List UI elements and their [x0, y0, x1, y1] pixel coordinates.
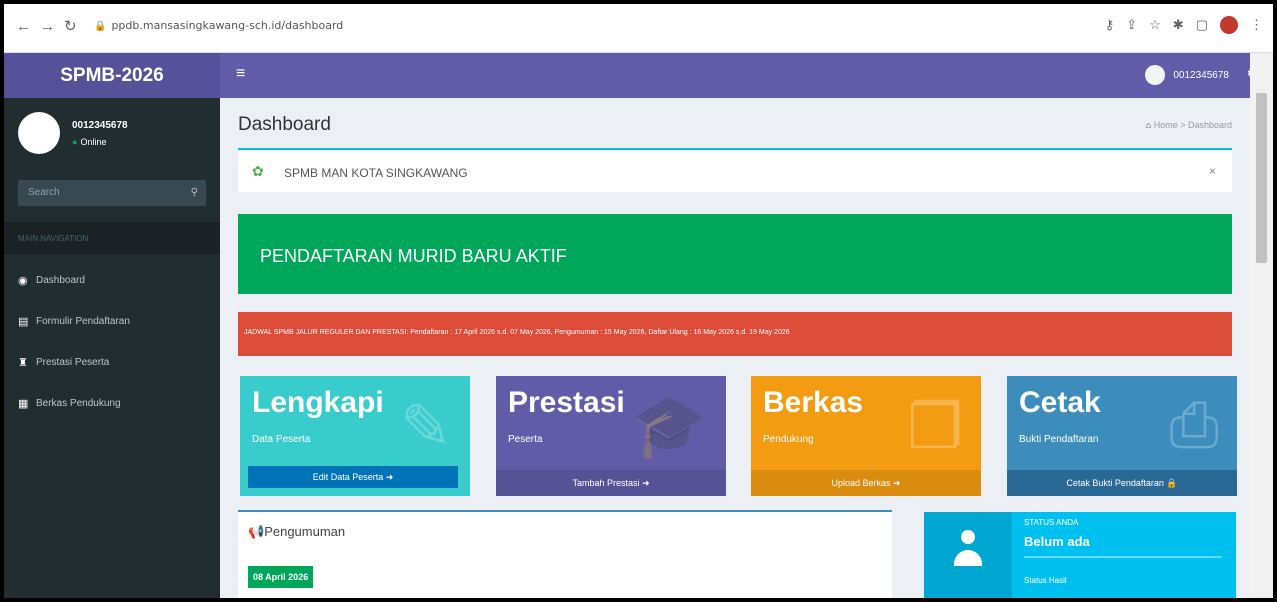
- printer-icon: ⎙: [1169, 391, 1219, 460]
- box-subtitle: Peserta: [508, 434, 543, 445]
- user-icon: [924, 512, 1012, 598]
- edit-data-button[interactable]: Edit Data Peserta ➜: [248, 466, 458, 488]
- announcement-title: Pengumuman: [264, 524, 346, 539]
- sidebar: 0012345678 ● Online Search ⚲ MAIN NAVIGAT…: [4, 98, 220, 598]
- home-icon: ⌂: [1145, 120, 1152, 130]
- sidebar-toggle-icon[interactable]: ≡: [236, 65, 245, 83]
- app-logo[interactable]: SPMB-2026: [4, 53, 220, 98]
- status-label: STATUS ANDA: [1024, 518, 1079, 527]
- user-id: 0012345678: [1173, 69, 1229, 81]
- status-dot-icon: ●: [72, 136, 78, 147]
- files-icon: ▦: [18, 398, 29, 410]
- box-subtitle: Data Peserta: [252, 434, 311, 445]
- avatar: [1145, 65, 1166, 85]
- profile-icon[interactable]: [1220, 16, 1238, 34]
- box-action-label: Upload Berkas: [831, 478, 891, 488]
- dashboard-icon: ◉: [18, 275, 28, 287]
- box-action-label: Edit Data Peserta: [312, 472, 384, 482]
- status-progress: [1024, 556, 1222, 558]
- copy-icon: ❐: [907, 393, 963, 462]
- menu-icon[interactable]: ⋮: [1250, 17, 1263, 33]
- graduate-icon: 🎓: [630, 392, 708, 461]
- print-proof-button[interactable]: Cetak Bukti Pendaftaran 🔒: [1007, 470, 1237, 496]
- sidebar-item-label: Prestasi Peserta: [36, 357, 110, 368]
- file-icon: ▤: [18, 316, 29, 328]
- edit-icon: ✎: [400, 393, 452, 462]
- schedule-banner: JADWAL SPMB JALUR REGULER DAN PRESTASI: …: [238, 312, 1232, 356]
- announcement-date: 08 April 2026: [248, 566, 314, 588]
- notice-text: SPMB MAN KOTA SINGKAWANG: [284, 166, 468, 180]
- sidebar-section-header: MAIN NAVIGATION: [4, 222, 220, 254]
- sidebar-item-label: Dashboard: [36, 275, 85, 286]
- box-lengkapi: Lengkapi Data Peserta ✎ Edit Data Pesert…: [240, 376, 470, 496]
- box-title: Berkas: [763, 386, 864, 419]
- reload-icon[interactable]: ↻: [64, 18, 77, 36]
- announcement-panel: 📢Pengumuman 08 April 2026: [238, 510, 892, 598]
- search-placeholder: Search: [28, 187, 60, 198]
- sidebar-item-dashboard[interactable]: ◉ Dashboard: [4, 260, 220, 301]
- browser-actions: ⚷ ⇪ ☆ ✱ ▢ ⋮: [1105, 16, 1263, 34]
- add-prestasi-button[interactable]: Tambah Prestasi ➜: [496, 470, 726, 496]
- breadcrumb-current: Dashboard: [1187, 120, 1232, 130]
- page-title: Dashboard: [238, 114, 331, 135]
- extension-icon[interactable]: ✱: [1173, 17, 1184, 33]
- star-icon[interactable]: ☆: [1149, 17, 1161, 33]
- status-box: STATUS ANDA Belum ada Status Hasil: [924, 512, 1236, 598]
- app-header: SPMB-2026 ≡ 0012345678 ⚙: [4, 53, 1273, 98]
- user-panel: 0012345678 ● Online: [18, 112, 128, 154]
- close-icon[interactable]: ×: [1209, 164, 1216, 178]
- box-title: Cetak: [1019, 386, 1101, 419]
- page-scrollbar[interactable]: [1250, 53, 1273, 598]
- browser-toolbar: ← → ↻ 🔒 ppdb.mansasingkawang-sch.id/dashb…: [4, 4, 1273, 53]
- box-prestasi: Prestasi Peserta 🎓 Tambah Prestasi ➜: [496, 376, 726, 496]
- user-menu[interactable]: 0012345678: [1145, 65, 1229, 85]
- box-title: Lengkapi: [252, 386, 384, 419]
- user-avatar: [18, 112, 60, 154]
- box-action-label: Tambah Prestasi: [572, 478, 640, 488]
- search-icon[interactable]: ⚲: [191, 187, 198, 198]
- registration-banner: PENDAFTARAN MURID BARU AKTIF: [238, 214, 1232, 294]
- user-name: 0012345678: [72, 119, 128, 131]
- sidebar-item-label: Berkas Pendukung: [36, 398, 121, 409]
- school-logo-icon: ✿: [252, 163, 264, 179]
- sidepanel-icon[interactable]: ▢: [1196, 17, 1208, 33]
- url-text: ppdb.mansasingkawang-sch.id/dashboard: [111, 19, 344, 32]
- breadcrumb: ⌂ Home > Dashboard: [1145, 120, 1232, 130]
- back-icon[interactable]: ←: [16, 18, 31, 36]
- user-status: Online: [80, 136, 107, 147]
- megaphone-icon: 📢: [248, 524, 265, 539]
- box-action-label: Cetak Bukti Pendaftaran: [1066, 478, 1164, 488]
- sidebar-item-formulir[interactable]: ▤ Formulir Pendaftaran: [4, 301, 220, 342]
- sidebar-item-berkas[interactable]: ▦ Berkas Pendukung: [4, 383, 220, 424]
- trophy-icon: ♜: [18, 357, 28, 369]
- box-berkas: Berkas Pendukung ❐ Upload Berkas ➜: [751, 376, 981, 496]
- sidebar-item-prestasi[interactable]: ♜ Prestasi Peserta: [4, 342, 220, 383]
- window: ← → ↻ 🔒 ppdb.mansasingkawang-sch.id/dashb…: [4, 4, 1273, 598]
- key-icon[interactable]: ⚷: [1105, 17, 1115, 33]
- box-subtitle: Pendukung: [763, 434, 814, 445]
- share-icon[interactable]: ⇪: [1126, 17, 1137, 33]
- search-input[interactable]: Search ⚲: [18, 180, 206, 206]
- address-bar[interactable]: 🔒 ppdb.mansasingkawang-sch.id/dashboard: [94, 19, 343, 32]
- status-value: Belum ada: [1024, 534, 1090, 549]
- lock-icon: 🔒: [94, 21, 107, 32]
- scroll-thumb[interactable]: [1256, 93, 1267, 263]
- box-title: Prestasi: [508, 386, 625, 419]
- status-footer: Status Hasil: [1024, 576, 1067, 585]
- box-cetak: Cetak Bukti Pendaftaran ⎙ Cetak Bukti Pe…: [1007, 376, 1237, 496]
- sidebar-item-label: Formulir Pendaftaran: [36, 316, 130, 327]
- sidebar-menu: ◉ Dashboard ▤ Formulir Pendaftaran ♜ Presta…: [4, 260, 220, 424]
- forward-icon[interactable]: →: [40, 18, 55, 36]
- box-subtitle: Bukti Pendaftaran: [1019, 434, 1099, 445]
- notice-callout: ✿ SPMB MAN KOTA SINGKAWANG ×: [238, 148, 1232, 192]
- upload-berkas-button[interactable]: Upload Berkas ➜: [751, 470, 981, 496]
- main-content: Dashboard ⌂ Home > Dashboard ✿ SPMB MAN …: [220, 98, 1250, 598]
- breadcrumb-home[interactable]: Home: [1154, 120, 1178, 130]
